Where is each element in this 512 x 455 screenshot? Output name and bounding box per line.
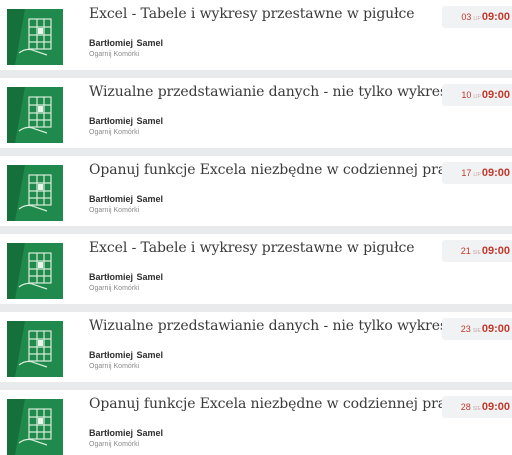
row-divider — [0, 226, 512, 234]
event-time: 09:00 — [481, 245, 510, 257]
organization-name: Ogarnij Komórki — [89, 51, 140, 58]
author-name: Bartłomiej Samel — [89, 116, 164, 126]
author-name: Bartłomiej Samel — [89, 350, 164, 360]
date-month: SIE — [472, 328, 481, 334]
organization-name: Ogarnij Komórki — [89, 129, 140, 136]
event-title[interactable]: Excel - Tabele i wykresy przestawne w pi… — [89, 240, 415, 256]
date-badge: 21 SIE 09:00 — [442, 240, 512, 262]
date-month: LIP — [473, 16, 481, 22]
date-day: 23 — [460, 324, 471, 334]
author-name: Bartłomiej Samel — [89, 428, 164, 438]
event-title[interactable]: Wizualne przedstawianie danych - nie tyl… — [89, 318, 455, 334]
event-row[interactable]: Opanuj funkcje Excela niezbędne w codzie… — [0, 156, 512, 226]
thumbnail-icon[interactable] — [7, 87, 63, 143]
author-name: Bartłomiej Samel — [89, 194, 164, 204]
event-time: 09:00 — [481, 167, 510, 179]
event-time: 09:00 — [481, 401, 510, 413]
organization-name: Ogarnij Komórki — [89, 285, 140, 292]
organization-name: Ogarnij Komórki — [89, 207, 140, 214]
event-list: Excel - Tabele i wykresy przestawne w pi… — [0, 0, 512, 455]
row-divider — [0, 382, 512, 390]
event-title[interactable]: Wizualne przedstawianie danych - nie tyl… — [89, 84, 455, 100]
row-divider — [0, 304, 512, 312]
date-badge: 17 LIP 09:00 — [442, 162, 512, 184]
date-badge: 23 SIE 09:00 — [442, 318, 512, 340]
date-day: 21 — [460, 246, 471, 256]
date-month: LIP — [473, 172, 481, 178]
event-title[interactable]: Excel - Tabele i wykresy przestawne w pi… — [89, 6, 415, 22]
organization-name: Ogarnij Komórki — [89, 363, 140, 370]
event-title[interactable]: Opanuj funkcje Excela niezbędne w codzie… — [89, 162, 462, 178]
date-day: 03 — [461, 12, 472, 22]
date-badge: 28 SIE 09:00 — [442, 396, 512, 418]
event-time: 09:00 — [481, 323, 510, 335]
thumbnail-icon[interactable] — [7, 9, 63, 65]
row-divider — [0, 148, 512, 156]
event-row[interactable]: Excel - Tabele i wykresy przestawne w pi… — [0, 0, 512, 70]
thumbnail-icon[interactable] — [7, 165, 63, 221]
date-month: LIP — [473, 94, 481, 100]
date-day: 28 — [460, 402, 471, 412]
organization-name: Ogarnij Komórki — [89, 441, 140, 448]
thumbnail-icon[interactable] — [7, 321, 63, 377]
thumbnail-icon[interactable] — [7, 243, 63, 299]
author-name: Bartłomiej Samel — [89, 38, 164, 48]
event-row[interactable]: Wizualne przedstawianie danych - nie tyl… — [0, 78, 512, 148]
date-day: 10 — [461, 90, 472, 100]
event-row[interactable]: Excel - Tabele i wykresy przestawne w pi… — [0, 234, 512, 304]
event-title[interactable]: Opanuj funkcje Excela niezbędne w codzie… — [89, 396, 462, 412]
event-time: 09:00 — [481, 11, 510, 23]
event-row[interactable]: Wizualne przedstawianie danych - nie tyl… — [0, 312, 512, 382]
date-month: SIE — [472, 406, 481, 412]
author-name: Bartłomiej Samel — [89, 272, 164, 282]
row-divider — [0, 70, 512, 78]
event-time: 09:00 — [481, 89, 510, 101]
thumbnail-icon[interactable] — [7, 399, 63, 455]
date-badge: 03 LIP 09:00 — [442, 6, 512, 28]
date-badge: 10 LIP 09:00 — [442, 84, 512, 106]
date-day: 17 — [461, 168, 472, 178]
date-month: SIE — [472, 250, 481, 256]
event-row[interactable]: Opanuj funkcje Excela niezbędne w codzie… — [0, 390, 512, 455]
